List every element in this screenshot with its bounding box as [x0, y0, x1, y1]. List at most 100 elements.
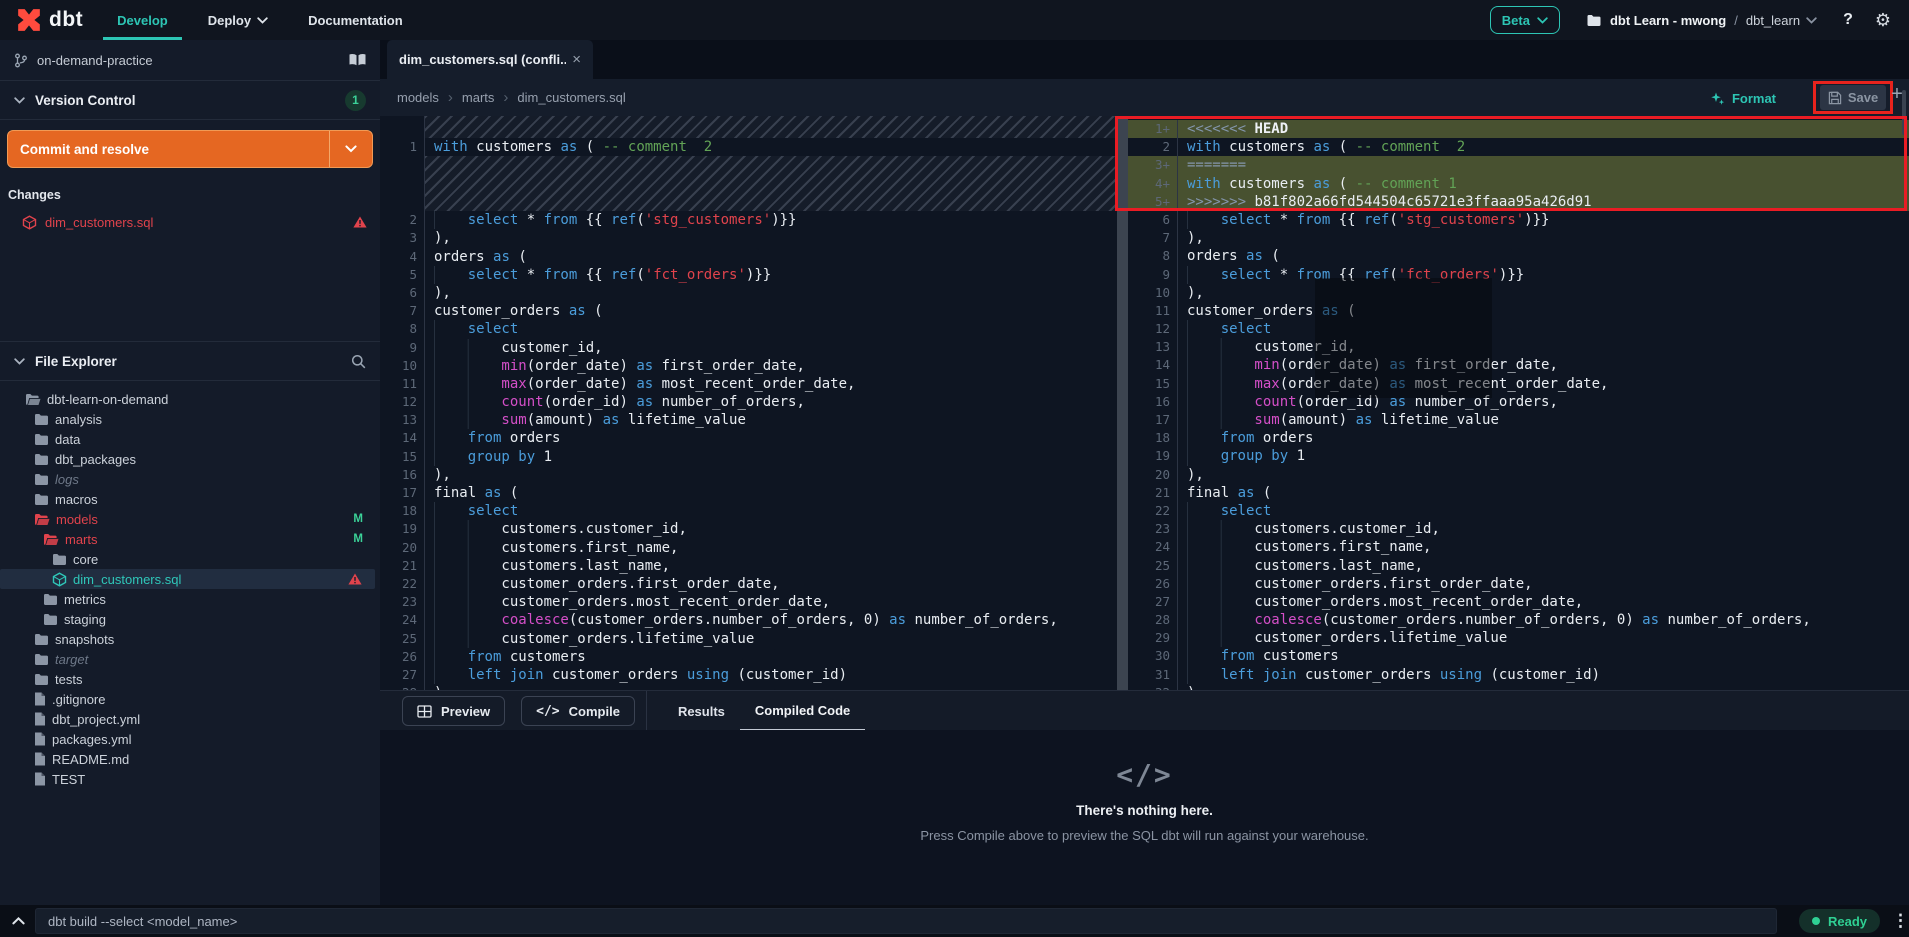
- dbt-logo-icon[interactable]: [16, 7, 42, 33]
- editor-scrollbar[interactable]: [1902, 90, 1906, 135]
- code-row: 9customer_id,: [380, 339, 1117, 357]
- save-icon: [1828, 91, 1842, 105]
- nav-develop[interactable]: Develop: [111, 0, 174, 40]
- tab-results[interactable]: Results: [663, 691, 740, 731]
- docs-book-icon[interactable]: [349, 53, 366, 67]
- line-number: 3+: [1128, 156, 1178, 174]
- format-button[interactable]: Format: [1710, 86, 1776, 110]
- tree-item-snapshots[interactable]: snapshots: [0, 629, 380, 649]
- tab-compiled-code[interactable]: Compiled Code: [740, 691, 865, 731]
- commit-options-chevron[interactable]: [329, 131, 372, 167]
- code-line: from customers: [1178, 647, 1909, 665]
- nav-documentation[interactable]: Documentation: [302, 0, 409, 40]
- beta-dropdown[interactable]: Beta: [1490, 6, 1560, 34]
- environment-name[interactable]: dbt_learn: [1746, 13, 1800, 28]
- line-number: 18: [380, 502, 425, 520]
- editor-pane-divider: [1117, 116, 1128, 690]
- project-name[interactable]: dbt Learn - mwong: [1610, 13, 1726, 28]
- empty-state-subtitle: Press Compile above to preview the SQL d…: [920, 828, 1368, 843]
- tree-item-macros[interactable]: macros: [0, 489, 380, 509]
- changed-file-row[interactable]: dim_customers.sql: [0, 211, 380, 233]
- help-icon[interactable]: ?: [1843, 11, 1853, 29]
- tree-item-dbt-project-yml[interactable]: dbt_project.yml: [0, 709, 380, 729]
- save-button[interactable]: Save: [1820, 85, 1886, 110]
- tree-item-data[interactable]: data: [0, 429, 380, 449]
- nav-deploy[interactable]: Deploy: [202, 0, 274, 40]
- tree-item-label: dim_customers.sql: [73, 572, 181, 587]
- preview-button[interactable]: Preview: [402, 696, 505, 726]
- code-row: 23customers.customer_id,: [1128, 520, 1909, 538]
- kebab-menu-icon[interactable]: ⋮: [1892, 911, 1909, 931]
- version-control-header[interactable]: Version Control 1: [0, 81, 380, 120]
- code-line: sum(amount) as lifetime_value: [425, 411, 1117, 429]
- tree-item-label: core: [73, 552, 98, 567]
- chevron-up-icon[interactable]: [12, 917, 25, 925]
- tree-item-target[interactable]: target: [0, 649, 380, 669]
- line-number: 23: [380, 593, 425, 611]
- tree-item-test[interactable]: TEST: [0, 769, 380, 789]
- folder-icon: [43, 613, 58, 626]
- code-line: customer_orders.most_recent_order_date,: [425, 593, 1117, 611]
- file-icon: [34, 692, 46, 706]
- command-input[interactable]: [35, 908, 1777, 934]
- tree-item-staging[interactable]: staging: [0, 609, 380, 629]
- toolbar-divider: [646, 691, 647, 731]
- code-row: 11max(order_date) as most_recent_order_d…: [380, 375, 1117, 393]
- code-line: coalesce(customer_orders.number_of_order…: [425, 611, 1117, 629]
- code-row: 24coalesce(customer_orders.number_of_ord…: [380, 611, 1117, 629]
- code-line: min(order_date) as first_order_date,: [425, 357, 1117, 375]
- tree-item-readme-md[interactable]: README.md: [0, 749, 380, 769]
- code-row: 21customers.last_name,: [380, 557, 1117, 575]
- code-line: orders as (: [425, 248, 1117, 266]
- tree-item-core[interactable]: core: [0, 549, 380, 569]
- tree-item-models[interactable]: modelsM: [0, 509, 380, 529]
- code-line: customers.first_name,: [1178, 538, 1909, 556]
- line-number: 16: [1128, 393, 1178, 411]
- status-badge: Ready: [1799, 909, 1880, 933]
- code-line: max(order_date) as most_recent_order_dat…: [1178, 375, 1909, 393]
- code-row: 7customer_orders as (: [380, 302, 1117, 320]
- line-number: 27: [380, 666, 425, 684]
- code-line: final as (: [425, 484, 1117, 502]
- code-row: 16),: [380, 466, 1117, 484]
- tree-item-marts[interactable]: martsM: [0, 529, 380, 549]
- tree-item-label: target: [55, 652, 88, 667]
- tree-item-dim-customers-sql[interactable]: dim_customers.sql: [0, 569, 375, 589]
- breadcrumb-file: dim_customers.sql: [517, 90, 625, 105]
- line-number: 6: [380, 284, 425, 302]
- editor-pane-working[interactable]: 1with customers as ( -- comment 22select…: [380, 116, 1117, 690]
- tree-item-tests[interactable]: tests: [0, 669, 380, 689]
- line-number: 8: [1128, 247, 1178, 265]
- code-line: customer_orders.first_order_date,: [425, 575, 1117, 593]
- chevron-down-icon[interactable]: [1806, 17, 1817, 24]
- gear-icon[interactable]: ⚙: [1875, 10, 1891, 31]
- tree-item-packages-yml[interactable]: packages.yml: [0, 729, 380, 749]
- tree-item-dbt-packages[interactable]: dbt_packages: [0, 449, 380, 469]
- line-number: 28: [1128, 611, 1178, 629]
- tree-item--gitignore[interactable]: .gitignore: [0, 689, 380, 709]
- search-icon[interactable]: [351, 354, 366, 369]
- empty-state-title: There's nothing here.: [1076, 803, 1213, 818]
- line-number: 14: [380, 429, 425, 447]
- line-number: 6: [1128, 211, 1178, 229]
- file-explorer-header[interactable]: File Explorer: [0, 341, 380, 381]
- folder-icon: [52, 553, 67, 566]
- code-line: select: [1178, 502, 1909, 520]
- close-icon[interactable]: ×: [572, 51, 581, 68]
- tree-item-logs[interactable]: logs: [0, 469, 380, 489]
- commit-and-resolve-button[interactable]: Commit and resolve: [7, 130, 373, 168]
- changed-file-name: dim_customers.sql: [45, 215, 153, 230]
- tree-item-analysis[interactable]: analysis: [0, 409, 380, 429]
- tree-item-metrics[interactable]: metrics: [0, 589, 380, 609]
- code-row: 19customers.customer_id,: [380, 520, 1117, 538]
- code-row: 19group by 1: [1128, 447, 1909, 465]
- line-number: 30: [1128, 647, 1178, 665]
- editor-pane-conflict[interactable]: 1+<<<<<<< HEAD2with customers as ( -- co…: [1128, 116, 1909, 690]
- compile-button[interactable]: </> Compile: [521, 696, 635, 726]
- line-number: 25: [380, 630, 425, 648]
- branch-row[interactable]: on-demand-practice: [0, 40, 380, 81]
- line-number: 8: [380, 320, 425, 338]
- line-number: 20: [380, 539, 425, 557]
- tab-dim-customers[interactable]: dim_customers.sql (confli... ×: [387, 40, 593, 79]
- tree-item-dbt-learn-on-demand[interactable]: dbt-learn-on-demand: [0, 389, 380, 409]
